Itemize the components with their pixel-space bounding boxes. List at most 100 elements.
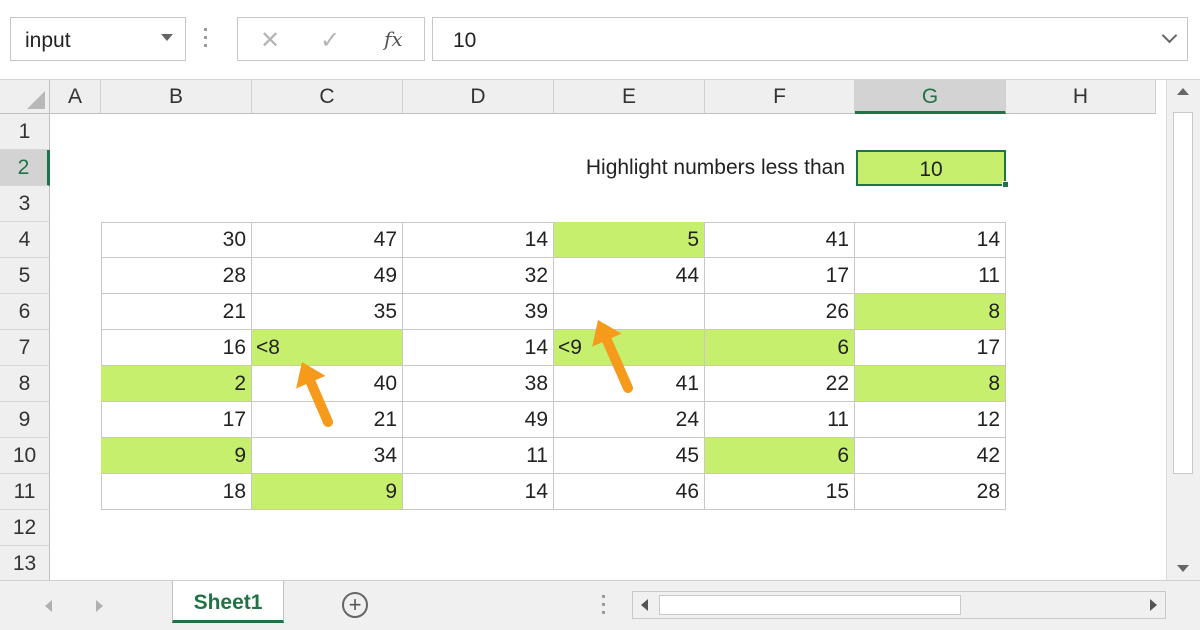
table-cell[interactable]: 14 <box>403 222 554 258</box>
row-header-10[interactable]: 10 <box>0 438 50 474</box>
table-cell[interactable]: 42 <box>855 438 1006 474</box>
row-header-1[interactable]: 1 <box>0 114 50 150</box>
table-cell[interactable]: 2 <box>101 366 252 402</box>
table-cell[interactable]: 34 <box>252 438 403 474</box>
insert-function-icon[interactable]: fx <box>384 27 403 51</box>
column-header-e[interactable]: E <box>554 80 705 114</box>
select-all-button[interactable] <box>0 80 50 114</box>
fill-handle[interactable] <box>1002 181 1009 188</box>
table-cell[interactable]: 41 <box>705 222 855 258</box>
row-header-11[interactable]: 11 <box>0 474 50 510</box>
table-cell[interactable]: 15 <box>705 474 855 510</box>
label-cell[interactable]: Highlight numbers less than <box>403 150 855 186</box>
row-header-9[interactable]: 9 <box>0 402 50 438</box>
vertical-scrollbar[interactable] <box>1166 80 1200 580</box>
worksheet-grid: A B C D E F G H 1 2 3 4 5 6 7 8 9 10 11 12 13 Highlight numbe… <box>0 80 1200 582</box>
table-cell[interactable]: 44 <box>554 258 705 294</box>
formula-input[interactable]: 10 <box>432 17 1188 61</box>
sheet-tab-bar: Sheet1 + <box>0 580 1200 630</box>
sheet-tab-sheet1[interactable]: Sheet1 <box>172 581 284 623</box>
table-cell[interactable]: 14 <box>403 330 554 366</box>
table-cell[interactable]: 14 <box>855 222 1006 258</box>
table-cell[interactable]: 8 <box>855 366 1006 402</box>
formula-value: 10 <box>453 29 477 52</box>
table-cell[interactable]: 45 <box>554 438 705 474</box>
formula-bar-grip-icon[interactable] <box>204 28 208 50</box>
column-header-g[interactable]: G <box>855 80 1006 114</box>
table-cell[interactable]: 40 <box>252 366 403 402</box>
row-header-12[interactable]: 12 <box>0 510 50 546</box>
column-header-f[interactable]: F <box>705 80 855 114</box>
table-cell[interactable]: 49 <box>252 258 403 294</box>
table-cell[interactable] <box>554 294 705 330</box>
row-header-5[interactable]: 5 <box>0 258 50 294</box>
table-cell[interactable]: 8 <box>855 294 1006 330</box>
table-cell[interactable]: 22 <box>705 366 855 402</box>
table-cell[interactable]: 17 <box>101 402 252 438</box>
table-cell[interactable]: 12 <box>855 402 1006 438</box>
row-header-8[interactable]: 8 <box>0 366 50 402</box>
horizontal-scrollbar[interactable] <box>632 591 1166 619</box>
table-cell[interactable]: 18 <box>101 474 252 510</box>
table-cell[interactable]: 17 <box>855 330 1006 366</box>
table-cell[interactable]: 38 <box>403 366 554 402</box>
table-cell[interactable]: 24 <box>554 402 705 438</box>
add-sheet-icon[interactable]: + <box>342 592 368 618</box>
scroll-down-icon[interactable] <box>1177 565 1189 572</box>
table-cell[interactable]: 32 <box>403 258 554 294</box>
row-header-6[interactable]: 6 <box>0 294 50 330</box>
table-cell[interactable]: 28 <box>101 258 252 294</box>
next-sheet-icon[interactable] <box>96 600 103 612</box>
table-cell[interactable]: 11 <box>403 438 554 474</box>
table-cell[interactable]: 11 <box>855 258 1006 294</box>
enter-icon[interactable]: ✓ <box>320 26 340 55</box>
table-cell[interactable]: 6 <box>705 438 855 474</box>
table-cell[interactable]: 11 <box>705 402 855 438</box>
table-cell[interactable]: 14 <box>403 474 554 510</box>
table-cell[interactable]: 41 <box>554 366 705 402</box>
table-cell[interactable]: 30 <box>101 222 252 258</box>
formula-bar: input ✕ ✓ fx 10 <box>0 0 1200 80</box>
name-box-value: input <box>25 29 71 52</box>
name-box-dropdown-icon[interactable] <box>161 34 173 41</box>
table-cell[interactable]: 21 <box>252 402 403 438</box>
scroll-left-icon[interactable] <box>641 599 648 611</box>
table-cell[interactable]: 6 <box>705 330 855 366</box>
table-cell[interactable]: 49 <box>403 402 554 438</box>
previous-sheet-icon[interactable] <box>45 600 52 612</box>
row-header-7[interactable]: 7 <box>0 330 50 366</box>
scroll-right-icon[interactable] <box>1150 599 1157 611</box>
table-cell[interactable]: 17 <box>705 258 855 294</box>
column-header-b[interactable]: B <box>101 80 252 114</box>
row-header-4[interactable]: 4 <box>0 222 50 258</box>
column-header-d[interactable]: D <box>403 80 554 114</box>
expand-formula-bar-icon[interactable] <box>1161 27 1178 44</box>
annotation-cell[interactable]: <9 <box>554 330 705 366</box>
cancel-icon[interactable]: ✕ <box>260 26 280 55</box>
column-header-c[interactable]: C <box>252 80 403 114</box>
formula-tools: ✕ ✓ fx <box>237 17 425 61</box>
annotation-cell[interactable]: <8 <box>252 330 403 366</box>
table-cell[interactable]: 28 <box>855 474 1006 510</box>
row-header-13[interactable]: 13 <box>0 546 50 582</box>
row-header-3[interactable]: 3 <box>0 186 50 222</box>
row-header-2[interactable]: 2 <box>0 150 50 186</box>
scroll-up-icon[interactable] <box>1177 88 1189 95</box>
table-cell[interactable]: 35 <box>252 294 403 330</box>
table-cell[interactable]: 26 <box>705 294 855 330</box>
table-cell[interactable]: 39 <box>403 294 554 330</box>
table-cell[interactable]: 46 <box>554 474 705 510</box>
table-cell[interactable]: 47 <box>252 222 403 258</box>
table-cell[interactable]: 9 <box>101 438 252 474</box>
table-cell[interactable]: 16 <box>101 330 252 366</box>
horizontal-scroll-thumb[interactable] <box>659 595 961 615</box>
column-header-a[interactable]: A <box>50 80 101 114</box>
table-cell[interactable]: 9 <box>252 474 403 510</box>
tab-split-grip-icon[interactable] <box>602 595 606 619</box>
table-cell[interactable]: 21 <box>101 294 252 330</box>
vertical-scroll-thumb[interactable] <box>1173 112 1193 474</box>
input-cell-g2[interactable]: 10 <box>856 150 1006 186</box>
table-cell[interactable]: 5 <box>554 222 705 258</box>
column-header-h[interactable]: H <box>1006 80 1156 114</box>
name-box[interactable]: input <box>10 17 186 61</box>
